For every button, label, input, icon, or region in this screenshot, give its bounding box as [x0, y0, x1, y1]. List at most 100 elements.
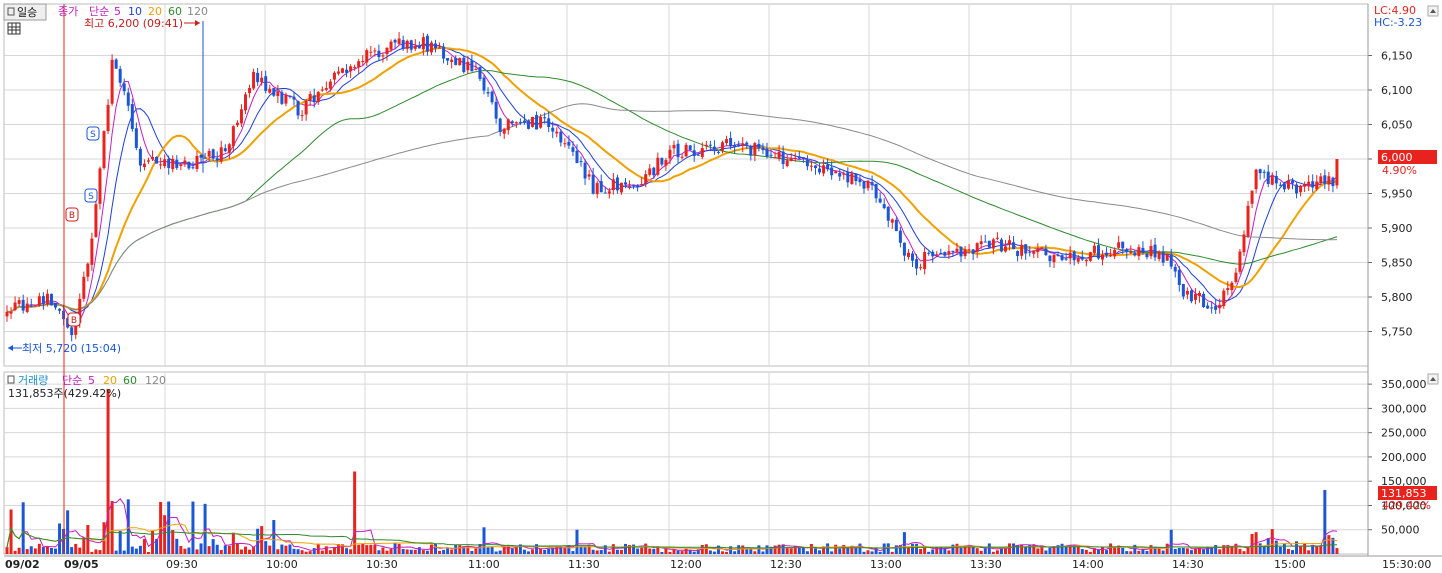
candle-body	[886, 206, 890, 221]
volume-bar	[660, 552, 664, 554]
volume-bar	[450, 549, 454, 554]
candle-body	[822, 165, 826, 174]
candle-body	[862, 181, 866, 189]
candle-body	[1315, 181, 1319, 190]
volume-bar	[114, 550, 118, 554]
candle-body	[454, 57, 458, 65]
volume-bar	[1036, 548, 1040, 554]
volume-bar	[745, 549, 749, 554]
candle-body	[450, 59, 454, 63]
volume-bar	[866, 550, 870, 554]
candle-body	[357, 61, 361, 68]
candle-body	[1113, 249, 1117, 257]
candle-body	[906, 252, 910, 258]
candle-body	[809, 165, 813, 167]
candle-body	[636, 185, 640, 187]
volume-bar	[409, 549, 413, 554]
candle-body	[676, 143, 680, 158]
volume-tick-label: 300,000	[1381, 402, 1427, 415]
price-tick-label: 5,750	[1381, 326, 1413, 339]
candle-body	[102, 131, 106, 168]
candle-body	[923, 251, 927, 270]
candle-body	[122, 83, 126, 92]
volume-bar	[818, 550, 822, 554]
time-tick-label: 14:00	[1072, 558, 1104, 571]
volume-bar	[171, 530, 175, 554]
candle-body	[660, 157, 664, 165]
stock-chart[interactable]: 6,150 6,100 6,050 6,000 5,950 5,900 5,850 5,800…	[0, 0, 1442, 573]
volume-bar	[1323, 490, 1327, 554]
volume-bar	[74, 543, 78, 554]
candle-body	[951, 250, 955, 253]
volume-bar	[438, 550, 442, 554]
current-volume-pct: 429.42%	[1382, 499, 1431, 512]
candle-body	[777, 151, 781, 159]
candle-body	[785, 160, 789, 166]
volume-bar	[1202, 549, 1206, 554]
volume-bar	[619, 549, 623, 554]
candle-body	[684, 144, 688, 157]
candle-body	[219, 147, 223, 162]
volume-bar	[58, 523, 62, 554]
volume-bar	[947, 550, 951, 554]
candle-body	[70, 327, 74, 336]
volume-bar	[1100, 546, 1104, 554]
candle-body	[328, 81, 332, 89]
candle-body	[971, 249, 975, 254]
candle-body	[656, 157, 660, 175]
volume-tick-label: 50,000	[1381, 524, 1420, 537]
candle-body	[25, 303, 29, 312]
volume-bar	[1137, 550, 1141, 554]
volume-bar	[381, 547, 385, 554]
volume-bar	[470, 550, 474, 554]
candle-body	[1189, 290, 1193, 302]
candle-body	[494, 101, 498, 119]
candle-body	[1274, 175, 1278, 184]
volume-bar	[256, 528, 260, 554]
volume-bar	[446, 548, 450, 554]
volume-bar	[809, 543, 813, 554]
candle-body	[482, 77, 486, 91]
candle-body	[179, 164, 183, 167]
candle-body	[1323, 175, 1327, 184]
volume-bar	[191, 501, 195, 554]
candle-body	[239, 109, 243, 124]
volume-bar	[587, 544, 591, 554]
volume-bar	[1238, 548, 1242, 554]
volume-info: 131,853주(429.42%)	[8, 387, 121, 400]
candle-body	[1161, 252, 1165, 263]
volume-bar	[494, 551, 498, 554]
volume-bar	[1149, 545, 1153, 554]
candle-body	[535, 115, 539, 130]
volume-bar	[239, 549, 243, 554]
candle-body	[276, 91, 280, 97]
volume-bar	[684, 548, 688, 554]
candle-body	[130, 104, 134, 129]
candle-body	[1210, 307, 1214, 309]
volume-bar	[458, 545, 462, 554]
table-icon[interactable]	[7, 22, 21, 35]
candle-body	[911, 253, 915, 261]
candle-body	[1250, 190, 1254, 204]
candle-body	[288, 95, 292, 97]
volume-bar	[761, 551, 765, 554]
price-tick-label: 5,800	[1381, 291, 1413, 304]
candle-body	[1056, 255, 1060, 257]
volume-bar	[106, 388, 110, 554]
candle-body	[1100, 254, 1104, 260]
candle-body	[336, 71, 340, 74]
candle-body	[931, 251, 935, 257]
volume-bar	[33, 548, 37, 554]
volume-bar	[29, 546, 33, 554]
volume-bar	[134, 548, 138, 554]
volume-bar	[199, 543, 203, 554]
time-tick-label: 15:00	[1274, 558, 1306, 571]
time-tick-label: 10:30	[366, 558, 398, 571]
candle-body	[935, 254, 939, 256]
candle-body	[442, 46, 446, 59]
candle-body	[9, 312, 13, 314]
volume-bar	[389, 548, 393, 554]
candle-body	[1311, 181, 1315, 188]
volume-bar	[805, 551, 809, 554]
volume-bar	[187, 547, 191, 554]
